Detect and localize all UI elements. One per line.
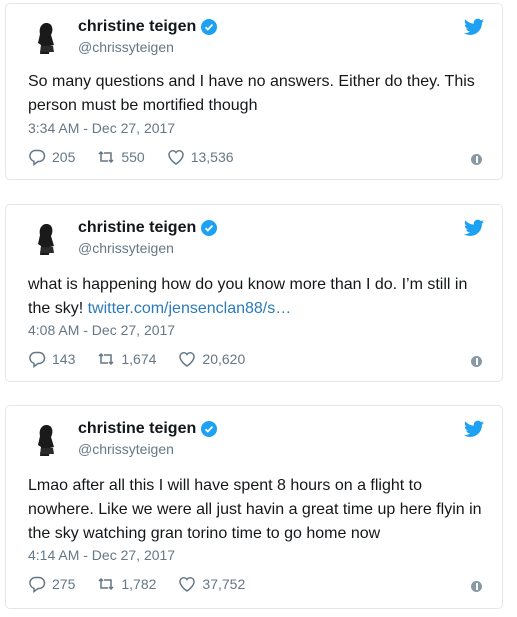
info-icon[interactable] bbox=[471, 154, 482, 165]
author-name[interactable]: christine teigen bbox=[78, 18, 196, 36]
tweet-text: Lmao after all this I will have spent 8 … bbox=[28, 477, 482, 542]
retweet-count: 1,782 bbox=[121, 576, 157, 592]
tweet-actions: 205 550 13,536 bbox=[28, 148, 256, 166]
like-button[interactable]: 37,752 bbox=[178, 575, 245, 593]
retweet-count: 550 bbox=[121, 149, 145, 165]
twitter-bird-icon[interactable] bbox=[464, 219, 484, 237]
reply-button[interactable]: 205 bbox=[28, 148, 75, 166]
tweet-text: what is happening how do you know more t… bbox=[28, 273, 484, 321]
like-count: 37,752 bbox=[202, 576, 246, 592]
like-count: 13,536 bbox=[190, 149, 234, 165]
like-button[interactable]: 13,536 bbox=[167, 148, 234, 166]
like-count: 20,620 bbox=[202, 351, 246, 367]
author-handle[interactable]: @chrissyteigen bbox=[78, 441, 174, 457]
like-button[interactable]: 20,620 bbox=[178, 350, 245, 368]
like-icon bbox=[167, 150, 184, 165]
twitter-bird-icon[interactable] bbox=[464, 420, 484, 438]
tweet-actions: 275 1,782 37,752 bbox=[28, 575, 267, 593]
avatar[interactable] bbox=[28, 18, 66, 56]
author-name[interactable]: christine teigen bbox=[78, 219, 196, 237]
tweet-timestamp[interactable]: 4:08 AM - Dec 27, 2017 bbox=[28, 322, 175, 338]
twitter-bird-icon[interactable] bbox=[464, 18, 484, 36]
reply-button[interactable]: 143 bbox=[28, 350, 75, 368]
reply-count: 143 bbox=[52, 351, 76, 367]
info-icon[interactable] bbox=[471, 581, 482, 592]
retweet-count: 1,674 bbox=[121, 351, 157, 367]
verified-icon bbox=[201, 19, 218, 35]
like-icon bbox=[179, 352, 196, 367]
reply-icon bbox=[29, 149, 46, 166]
author-row: christine teigen bbox=[78, 420, 218, 438]
author-handle[interactable]: @chrissyteigen bbox=[78, 240, 174, 256]
retweet-button[interactable]: 1,782 bbox=[97, 575, 156, 593]
tweet-card: christine teigen @chrissyteigen Lmao aft… bbox=[5, 405, 503, 609]
like-icon bbox=[179, 577, 196, 592]
verified-icon bbox=[201, 421, 218, 437]
author-row: christine teigen bbox=[78, 219, 218, 237]
reply-icon bbox=[29, 576, 46, 593]
tweet-card: christine teigen @chrissyteigen So many … bbox=[5, 3, 503, 180]
reply-icon bbox=[29, 351, 46, 368]
tweet-timestamp[interactable]: 4:14 AM - Dec 27, 2017 bbox=[28, 547, 175, 563]
reply-count: 275 bbox=[52, 576, 76, 592]
verified-icon bbox=[201, 220, 218, 236]
retweet-button[interactable]: 1,674 bbox=[97, 350, 156, 368]
author-name[interactable]: christine teigen bbox=[78, 420, 196, 438]
tweet-timestamp[interactable]: 3:34 AM - Dec 27, 2017 bbox=[28, 120, 175, 136]
reply-button[interactable]: 275 bbox=[28, 575, 75, 593]
tweet-card: christine teigen @chrissyteigen what is … bbox=[5, 204, 503, 382]
reply-count: 205 bbox=[52, 149, 76, 165]
avatar[interactable] bbox=[28, 420, 66, 458]
tweet-text: So many questions and I have no answers.… bbox=[28, 73, 475, 114]
info-icon[interactable] bbox=[471, 356, 482, 367]
retweet-icon bbox=[98, 352, 114, 366]
retweet-button[interactable]: 550 bbox=[97, 148, 145, 166]
author-row: christine teigen bbox=[78, 18, 218, 36]
author-handle[interactable]: @chrissyteigen bbox=[78, 39, 174, 55]
avatar[interactable] bbox=[28, 219, 66, 257]
retweet-icon bbox=[98, 150, 114, 164]
tweet-link[interactable]: twitter.com/jensenclan88/s… bbox=[88, 300, 292, 317]
retweet-icon bbox=[98, 577, 114, 591]
tweet-actions: 143 1,674 20,620 bbox=[28, 350, 267, 368]
